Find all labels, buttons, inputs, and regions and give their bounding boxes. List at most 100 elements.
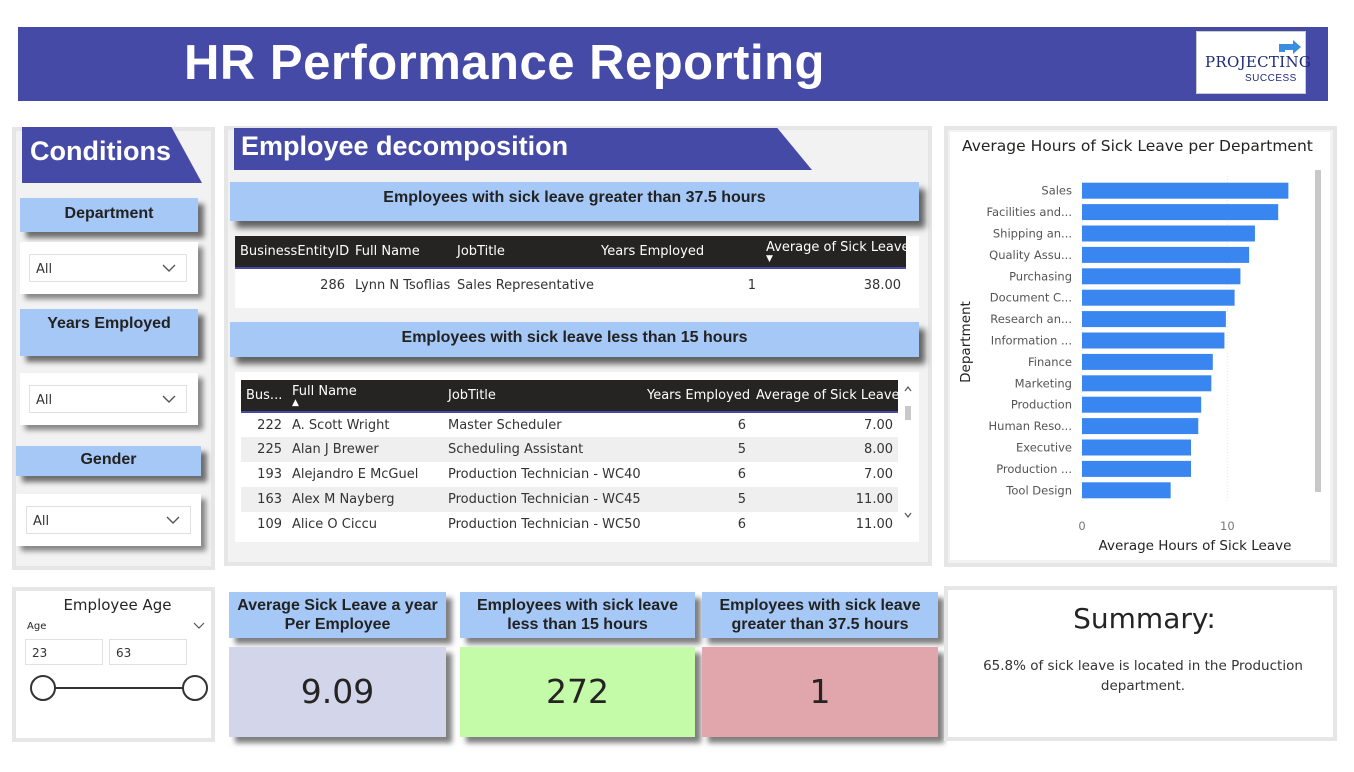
kpi-high-sick-leave-label: Employees with sick leave greater than 3… [702,592,938,638]
age-slider-max-handle[interactable] [182,675,208,701]
table-row[interactable]: 286 Lynn N Tsoflias Sales Representative… [235,268,906,302]
high-sick-leave-table-title: Employees with sick leave greater than 3… [230,182,919,221]
chart-scrollbar[interactable] [1314,168,1322,513]
age-label: Age [27,621,47,632]
years-employed-dropdown[interactable]: All [29,385,187,413]
high-sick-leave-table: BusinessEntityID Full Name JobTitle Year… [235,236,919,308]
chart-bar[interactable] [1082,225,1255,242]
chevron-down-icon[interactable] [192,618,206,632]
sort-ascending-icon: ▲ [292,398,299,408]
column-header[interactable]: Years Employed [642,380,751,412]
chart-category-label: Document C... [990,291,1072,305]
kpi-low-sick-leave-value: 272 [460,647,695,737]
department-dropdown-value: All [36,262,53,277]
chart-category-label: Purchasing [1009,269,1072,283]
gender-slicer-label: Gender [16,446,201,476]
scroll-down-icon[interactable] [903,510,913,520]
column-header[interactable]: Bus... [241,380,287,412]
chart-scroll-thumb[interactable] [1315,170,1321,492]
decomposition-title-banner: Employee decomposition [234,128,812,170]
chart-category-label: Shipping an... [993,227,1072,241]
chart-category-label: Production [1011,398,1072,412]
company-logo: PROJECTING SUCCESS [1196,31,1311,94]
kpi-high-sick-leave-value: 1 [702,647,938,737]
scroll-up-icon[interactable] [903,384,913,394]
age-min-input[interactable]: 23 [25,639,103,665]
age-slider-min-handle[interactable] [30,675,56,701]
department-slicer: All [20,242,198,294]
chart-category-label: Human Reso... [989,419,1072,433]
employee-age-title: Employee Age [63,596,172,614]
conditions-title-banner: Conditions [22,127,202,183]
chart-category-label: Tool Design [1005,483,1072,497]
chart-category-label: Sales [1041,184,1072,198]
sort-descending-icon: ▼ [766,254,773,264]
chart-tick-label: 10 [1220,519,1235,533]
chevron-down-icon [166,516,180,524]
table-row[interactable]: 109 Alice O Ciccu Production Technician … [241,512,898,537]
employee-age-panel: Employee Age Age 23 63 [12,587,215,742]
summary-title: Summary: [1073,602,1216,635]
years-employed-dropdown-value: All [36,393,53,408]
age-slider-track[interactable] [44,687,198,689]
chart-category-label: Executive [1016,441,1072,455]
department-slicer-label: Department [20,198,198,232]
chart-bar[interactable] [1082,268,1241,285]
chart-category-label: Research an... [990,312,1072,326]
logo-main-text: PROJECTING [1205,53,1312,71]
age-max-input[interactable]: 63 [109,639,187,665]
column-header[interactable]: Full Name [350,236,452,268]
table-row[interactable]: 222 A. Scott Wright Master Scheduler 6 7… [241,412,898,437]
chart-category-label: Quality Assu... [989,248,1072,262]
column-header[interactable]: Average of Sick Leave [751,380,898,412]
gender-dropdown-value: All [33,514,50,529]
table-row[interactable]: 225 Alan J Brewer Scheduling Assistant 5… [241,437,898,462]
chart-category-label: Information ... [991,334,1072,348]
column-header-sorted[interactable]: Full Name ▲ [287,380,443,412]
chart-bar[interactable] [1082,332,1225,349]
summary-text: 65.8% of sick leave is located in the Pr… [983,658,1303,694]
scroll-thumb[interactable] [905,406,911,420]
chart-bar[interactable] [1082,460,1191,477]
department-dropdown[interactable]: All [29,254,187,282]
decomposition-title: Employee decomposition [241,131,569,161]
chart-x-axis-label: Average Hours of Sick Leave [1099,538,1292,554]
chart-bar[interactable] [1082,418,1199,435]
chart-category-label: Marketing [1015,376,1072,390]
gender-slicer: All [16,494,201,546]
logo-sub-text: SUCCESS [1245,73,1297,84]
chart-bar[interactable] [1082,375,1212,392]
chart-category-label: Facilities and... [986,205,1072,219]
conditions-title: Conditions [30,136,171,166]
chevron-down-icon [162,395,176,403]
column-header[interactable]: JobTitle [452,236,596,268]
kpi-low-sick-leave-label: Employees with sick leave less than 15 h… [460,592,695,638]
table-row[interactable]: 163 Alex M Nayberg Production Technician… [241,487,898,512]
table-row[interactable]: 193 Alejandro E McGuel Production Techni… [241,462,898,487]
kpi-avg-sick-leave-value: 9.09 [229,647,446,737]
chart-category-label: Production ... [996,462,1072,476]
chart-bar[interactable] [1082,246,1250,263]
column-header-sorted[interactable]: Average of Sick Leave ▼ [761,236,906,268]
chart-bar[interactable] [1082,182,1289,199]
chart-bar[interactable] [1082,396,1202,413]
column-header[interactable]: JobTitle [443,380,642,412]
chevron-down-icon [162,264,176,272]
column-header[interactable]: BusinessEntityID [235,236,350,268]
chart-bar[interactable] [1082,439,1191,456]
chart-bar[interactable] [1082,311,1226,328]
page-title: HR Performance Reporting [184,36,825,90]
chart-bar[interactable] [1082,289,1235,306]
gender-dropdown[interactable]: All [26,506,191,534]
table-header-row: BusinessEntityID Full Name JobTitle Year… [235,236,906,268]
table-scrollbar[interactable] [903,382,913,532]
kpi-avg-sick-leave-label: Average Sick Leave a year Per Employee [229,592,446,638]
chart-bar[interactable] [1082,353,1213,370]
chart-category-label: Finance [1028,355,1072,369]
table-header-row: Bus... Full Name ▲ JobTitle Years Employe… [241,380,898,412]
chart-bar[interactable] [1082,204,1279,221]
chart-bar[interactable] [1082,482,1171,499]
years-employed-slicer: All [20,373,198,425]
column-header[interactable]: Years Employed [596,236,761,268]
chart-canvas: Sales Facilities and... Shipping an... Qual… [958,176,1292,554]
